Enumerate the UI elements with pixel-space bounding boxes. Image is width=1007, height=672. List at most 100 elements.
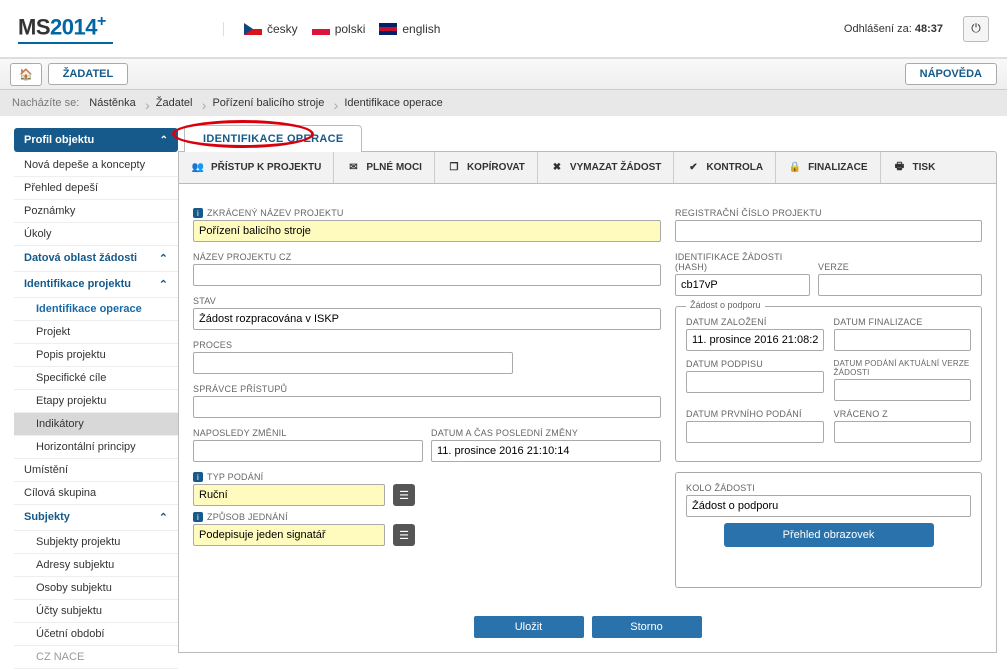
input-datum-cas[interactable]	[431, 440, 661, 462]
sidebar-subjekty-projektu[interactable]: Subjekty projektu	[14, 531, 178, 554]
label-kolo: KOLO ŽÁDOSTI	[686, 483, 971, 493]
crumb-ident[interactable]: Identifikace operace	[334, 97, 452, 109]
sidebar-data-oblast[interactable]: Datová oblast žádosti⌃	[14, 246, 178, 272]
label-proces: PROCES	[193, 340, 513, 350]
lang-pl[interactable]: polski	[312, 22, 366, 36]
lang-en[interactable]: english	[379, 22, 440, 36]
sidebar-etapy[interactable]: Etapy projektu	[14, 390, 178, 413]
chevron-up-icon: ⌃	[159, 252, 168, 265]
picker-zpusob[interactable]: ☰	[393, 524, 415, 546]
info-icon: i	[193, 472, 203, 482]
tool-kopirovat[interactable]: ❐KOPÍROVAT	[435, 152, 538, 183]
home-button[interactable]: 🏠	[10, 63, 42, 86]
input-dat-prvni[interactable]	[686, 421, 824, 443]
label-dat-zalozeni: DATUM ZALOŽENÍ	[686, 317, 824, 327]
chevron-up-icon: ⌃	[159, 278, 168, 291]
tool-tisk[interactable]: 🖶TISK	[881, 152, 948, 183]
fieldset-zadost-legend: Žádost o podporu	[686, 300, 765, 310]
info-icon: i	[193, 208, 203, 218]
save-button[interactable]: Uložit	[474, 616, 584, 638]
input-dat-zalozeni[interactable]	[686, 329, 824, 351]
zadatel-button[interactable]: ŽADATEL	[48, 63, 129, 85]
input-naposledy[interactable]	[193, 440, 423, 462]
toolbar: 👥PŘÍSTUP K PROJEKTU ✉PLNÉ MOCI ❐KOPÍROVA…	[178, 151, 997, 184]
tool-finalizace[interactable]: 🔒FINALIZACE	[776, 152, 880, 183]
label-spravce: SPRÁVCE PŘÍSTUPŮ	[193, 384, 661, 394]
flag-en-icon	[379, 23, 397, 35]
sidebar-projekt[interactable]: Projekt	[14, 321, 178, 344]
users-icon: 👥	[191, 162, 205, 173]
sidebar-profil[interactable]: Profil objektu⌃	[14, 128, 178, 152]
input-dat-finalizace[interactable]	[834, 329, 972, 351]
crumb-projekt[interactable]: Pořízení balicího stroje	[202, 97, 334, 109]
sidebar-cznace[interactable]: CZ NACE	[14, 646, 178, 669]
help-button[interactable]: NÁPOVĚDA	[905, 63, 997, 85]
input-dat-podani-akt[interactable]	[834, 379, 972, 401]
tool-plne-moci[interactable]: ✉PLNÉ MOCI	[334, 152, 435, 183]
lang-cz[interactable]: česky	[244, 22, 298, 36]
sidebar-poznamky[interactable]: Poznámky	[14, 200, 178, 223]
input-vraceno[interactable]	[834, 421, 972, 443]
input-stav[interactable]	[193, 308, 661, 330]
lock-icon: 🔒	[788, 162, 802, 173]
breadcrumb: Nacházíte se: Nástěnka Žadatel Pořízení …	[0, 90, 1007, 116]
input-reg-cislo[interactable]	[675, 220, 982, 242]
label-reg-cislo: REGISTRAČNÍ ČÍSLO PROJEKTU	[675, 208, 982, 218]
page-title-tab: IDENTIFIKACE OPERACE	[184, 125, 362, 152]
label-verze: VERZE	[818, 262, 982, 272]
logout-timer: Odhlášení za: 48:37	[844, 23, 943, 35]
label-datum-cas: DATUM A ČAS POSLEDNÍ ZMĚNY	[431, 428, 661, 438]
mail-icon: ✉	[346, 162, 360, 173]
sidebar-cilova[interactable]: Cílová skupina	[14, 482, 178, 505]
tool-pristup[interactable]: 👥PŘÍSTUP K PROJEKTU	[179, 152, 334, 183]
input-typ-podani[interactable]	[193, 484, 385, 506]
sidebar-horizontalni[interactable]: Horizontální principy	[14, 436, 178, 459]
sidebar-adresy[interactable]: Adresy subjektu	[14, 554, 178, 577]
sidebar-ident-operace[interactable]: Identifikace operace	[14, 298, 178, 321]
label-nazev-cz: NÁZEV PROJEKTU CZ	[193, 252, 661, 262]
input-zpusob[interactable]	[193, 524, 385, 546]
flag-cz-icon	[244, 23, 262, 35]
input-spravce[interactable]	[193, 396, 661, 418]
label-dat-podani-akt: DATUM PODÁNÍ AKTUÁLNÍ VERZE ŽÁDOSTI	[834, 359, 972, 377]
delete-icon: ✖	[550, 162, 564, 173]
picker-typ-podani[interactable]: ☰	[393, 484, 415, 506]
sidebar-prehled-depesi[interactable]: Přehled depeší	[14, 177, 178, 200]
sidebar-ucetni[interactable]: Účetní období	[14, 623, 178, 646]
input-dat-podpisu[interactable]	[686, 371, 824, 393]
label-dat-finalizace: DATUM FINALIZACE	[834, 317, 972, 327]
tool-vymazat[interactable]: ✖VYMAZAT ŽÁDOST	[538, 152, 674, 183]
input-nazev-cz[interactable]	[193, 264, 661, 286]
sidebar-ident-projektu[interactable]: Identifikace projektu⌃	[14, 272, 178, 298]
input-ident-hash[interactable]	[675, 274, 810, 296]
label-stav: STAV	[193, 296, 661, 306]
input-proces[interactable]	[193, 352, 513, 374]
sidebar-ucty[interactable]: Účty subjektu	[14, 600, 178, 623]
label-naposledy: NAPOSLEDY ZMĚNIL	[193, 428, 423, 438]
sidebar-osoby[interactable]: Osoby subjektu	[14, 577, 178, 600]
cancel-button[interactable]: Storno	[592, 616, 702, 638]
sidebar-indikatory[interactable]: Indikátory	[14, 413, 178, 436]
crumb-zadatel[interactable]: Žadatel	[146, 97, 203, 109]
form-panel: iZKRÁCENÝ NÁZEV PROJEKTU NÁZEV PROJEKTU …	[178, 184, 997, 653]
home-icon: 🏠	[19, 69, 33, 81]
header: MS2014+ česky polski english Odhlášení z…	[0, 0, 1007, 58]
input-kolo[interactable]	[686, 495, 971, 517]
sidebar-nova-depese[interactable]: Nová depeše a koncepty	[14, 154, 178, 177]
chevron-up-icon: ⌃	[160, 135, 168, 146]
flag-pl-icon	[312, 23, 330, 35]
sidebar-ukoly[interactable]: Úkoly	[14, 223, 178, 246]
input-zkraceny[interactable]	[193, 220, 661, 242]
tool-kontrola[interactable]: ✔KONTROLA	[674, 152, 776, 183]
sidebar-umisteni[interactable]: Umístění	[14, 459, 178, 482]
crumb-nastenka[interactable]: Nástěnka	[79, 97, 145, 109]
sidebar-subjekty[interactable]: Subjekty⌃	[14, 505, 178, 531]
input-verze[interactable]	[818, 274, 982, 296]
prehled-button[interactable]: Přehled obrazovek	[724, 523, 934, 547]
chevron-up-icon: ⌃	[159, 511, 168, 524]
sidebar-specificke[interactable]: Specifické cíle	[14, 367, 178, 390]
label-dat-podpisu: DATUM PODPISU	[686, 359, 824, 369]
power-button[interactable]: ⏻	[963, 16, 989, 42]
sidebar-popis[interactable]: Popis projektu	[14, 344, 178, 367]
label-vraceno: VRÁCENO Z	[834, 409, 972, 419]
